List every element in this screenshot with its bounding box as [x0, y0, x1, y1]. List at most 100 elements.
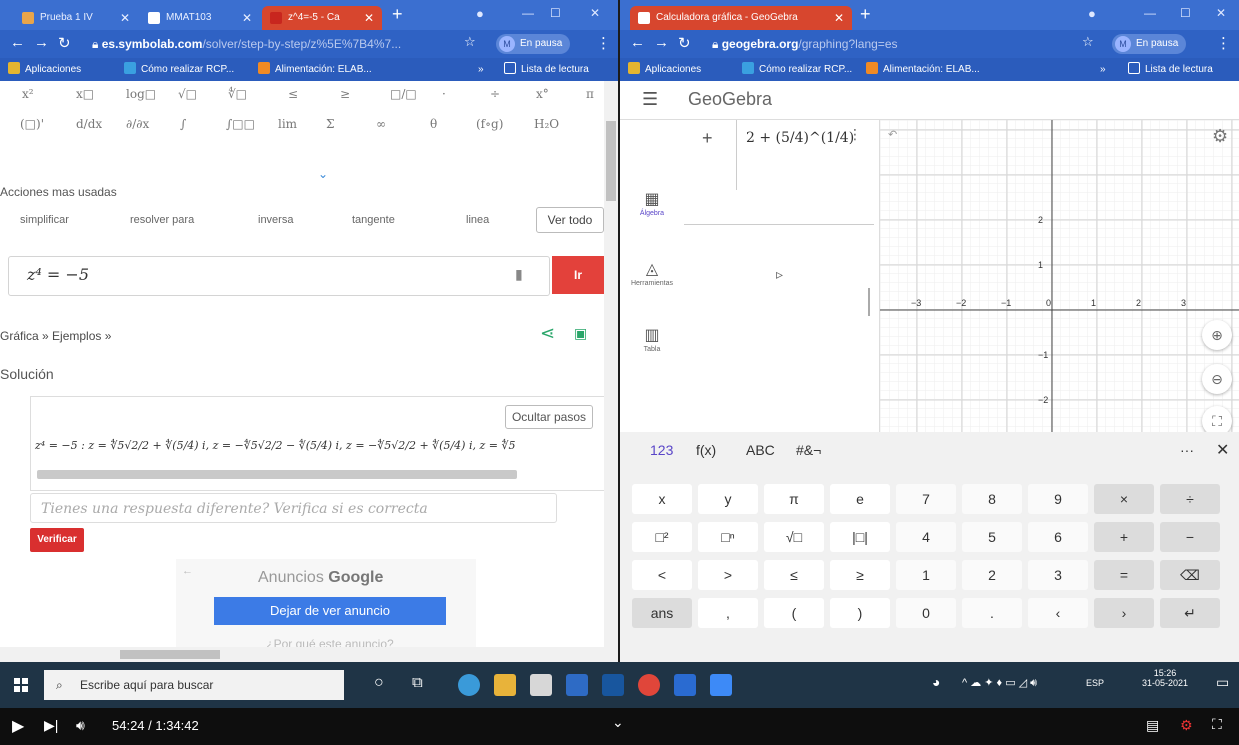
- key[interactable]: ≥: [830, 560, 890, 590]
- forward-icon[interactable]: →: [654, 34, 669, 51]
- bookmark-apps[interactable]: Aplicaciones: [628, 62, 701, 77]
- kb-tab-functions[interactable]: f(x): [696, 442, 716, 458]
- volume-icon[interactable]: 🔊︎: [76, 717, 85, 734]
- key[interactable]: <: [632, 560, 692, 590]
- action-resolver[interactable]: resolver para: [130, 209, 194, 231]
- profile-button[interactable]: M En pausa: [496, 34, 571, 54]
- back-icon[interactable]: ←: [630, 34, 645, 51]
- symbol-key[interactable]: ÷: [490, 87, 500, 101]
- play-icon[interactable]: ▶: [12, 716, 24, 736]
- key[interactable]: ans: [632, 598, 692, 628]
- chrome-icon[interactable]: [638, 674, 660, 696]
- ver-todo-button[interactable]: Ver todo: [536, 207, 604, 233]
- tab-geogebra[interactable]: Calculadora gráfica - GeoGebra ✕: [630, 6, 852, 30]
- ad-question[interactable]: ¿Por qué este anuncio?: [266, 637, 393, 647]
- symbol-key[interactable]: √□: [178, 87, 197, 101]
- next-icon[interactable]: ▶|: [44, 717, 58, 734]
- stop-ad-button[interactable]: Dejar de ver anuncio: [214, 597, 446, 625]
- key[interactable]: 1: [896, 560, 956, 590]
- reload-icon[interactable]: ↻: [678, 34, 691, 52]
- symbol-key[interactable]: x²: [22, 87, 34, 101]
- key[interactable]: √□: [764, 522, 824, 552]
- print-icon[interactable]: ▣: [574, 325, 587, 342]
- settings-hd-icon[interactable]: ⚙: [1180, 717, 1193, 734]
- settings-gear-icon[interactable]: ⚙: [1212, 126, 1228, 147]
- symbol-key[interactable]: (f∘g): [476, 117, 503, 131]
- action-inversa[interactable]: inversa: [258, 209, 293, 231]
- page-hscrollbar[interactable]: [0, 647, 618, 662]
- symbol-key[interactable]: ∫□□: [226, 117, 255, 131]
- key[interactable]: |□|: [830, 522, 890, 552]
- minimize-button[interactable]: —: [1144, 6, 1156, 20]
- key[interactable]: ↵: [1160, 598, 1220, 628]
- symbol-key[interactable]: ∂/∂x: [126, 117, 149, 131]
- back-arrow-icon[interactable]: ←: [182, 565, 193, 577]
- kb-tab-numbers[interactable]: 123: [650, 442, 673, 458]
- address-bar[interactable]: 🔒︎ es.symbolab.com/solver/step-by-step/z…: [92, 34, 452, 54]
- word-icon[interactable]: [674, 674, 696, 696]
- symbol-key[interactable]: ≤: [288, 87, 298, 101]
- key[interactable]: ‹: [1028, 598, 1088, 628]
- app-icon[interactable]: [602, 674, 624, 696]
- key[interactable]: 6: [1028, 522, 1088, 552]
- star-icon[interactable]: ☆: [464, 34, 476, 50]
- key[interactable]: 0: [896, 598, 956, 628]
- symbol-key[interactable]: x□: [76, 87, 94, 101]
- key[interactable]: ,: [698, 598, 758, 628]
- zoom-in-button[interactable]: ⊕: [1202, 320, 1232, 350]
- action-tangente[interactable]: tangente: [352, 209, 395, 231]
- maximize-button[interactable]: ☐: [550, 6, 561, 20]
- mail-icon[interactable]: [566, 674, 588, 696]
- maximize-button[interactable]: ☐: [1180, 6, 1191, 20]
- zoom-icon[interactable]: [710, 674, 732, 696]
- kb-tab-letters[interactable]: ABC: [746, 442, 775, 458]
- chevron-down-icon[interactable]: ⌄: [612, 714, 624, 731]
- key[interactable]: =: [1094, 560, 1154, 590]
- profile-button[interactable]: M En pausa: [1112, 34, 1187, 54]
- bookmark-elab[interactable]: Alimentación: ELAB...: [258, 62, 372, 77]
- go-button[interactable]: Ir: [552, 256, 604, 294]
- minimize-button[interactable]: —: [522, 6, 534, 20]
- key[interactable]: −: [1160, 522, 1220, 552]
- key[interactable]: (: [764, 598, 824, 628]
- algebra-input[interactable]: 2 + (5/4)^(1/4): [746, 130, 854, 146]
- tab-prueba[interactable]: Prueba 1 IV ✕: [14, 6, 138, 30]
- equation-input[interactable]: z⁴ = −5 ▮: [8, 256, 550, 296]
- key[interactable]: y: [698, 484, 758, 514]
- horizontal-scrollbar[interactable]: [37, 470, 517, 479]
- tray-icons[interactable]: ^ ☁ ✦ ♦ ▭ ◿ 🔊︎: [962, 676, 1037, 690]
- star-icon[interactable]: ☆: [1082, 34, 1094, 50]
- key[interactable]: ÷: [1160, 484, 1220, 514]
- key[interactable]: 2: [962, 560, 1022, 590]
- symbol-key[interactable]: Σ: [326, 117, 334, 131]
- clock[interactable]: 15:26 31-05-2021: [1140, 668, 1190, 688]
- key[interactable]: +: [1094, 522, 1154, 552]
- close-icon[interactable]: ✕: [242, 6, 252, 30]
- symbol-key[interactable]: ∜□: [228, 87, 247, 101]
- language-indicator[interactable]: ESP: [1086, 678, 1104, 688]
- key[interactable]: π: [764, 484, 824, 514]
- new-tab-button[interactable]: +: [860, 4, 871, 25]
- key[interactable]: 3: [1028, 560, 1088, 590]
- symbol-key[interactable]: d/dx: [76, 117, 102, 131]
- action-simplificar[interactable]: simplificar: [20, 209, 69, 231]
- symbol-key[interactable]: lim: [278, 117, 297, 131]
- cortana-icon[interactable]: ○: [374, 674, 384, 692]
- symbol-key[interactable]: log□: [126, 87, 156, 101]
- hamburger-menu-icon[interactable]: ☰: [642, 89, 658, 110]
- close-window-button[interactable]: ✕: [1216, 6, 1226, 20]
- chevron-more-icon[interactable]: »: [1100, 62, 1106, 77]
- scrollbar-thumb[interactable]: [120, 650, 220, 659]
- symbol-key[interactable]: π: [586, 87, 594, 101]
- kb-tab-symbols[interactable]: #&¬: [796, 442, 821, 458]
- back-icon[interactable]: ←: [10, 34, 25, 51]
- symbol-key[interactable]: θ: [430, 117, 437, 131]
- new-tab-button[interactable]: +: [392, 4, 403, 25]
- chevron-more-icon[interactable]: »: [478, 62, 484, 77]
- sidebar-item-algebra[interactable]: ▦ Álgebra: [620, 190, 684, 217]
- bookmark-elab[interactable]: Alimentación: ELAB...: [866, 62, 980, 77]
- scrollbar-thumb[interactable]: [606, 121, 616, 201]
- taskbar-search[interactable]: ⌕ Escribe aquí para buscar: [44, 670, 344, 700]
- more-icon[interactable]: ···: [1180, 442, 1194, 458]
- key[interactable]: >: [698, 560, 758, 590]
